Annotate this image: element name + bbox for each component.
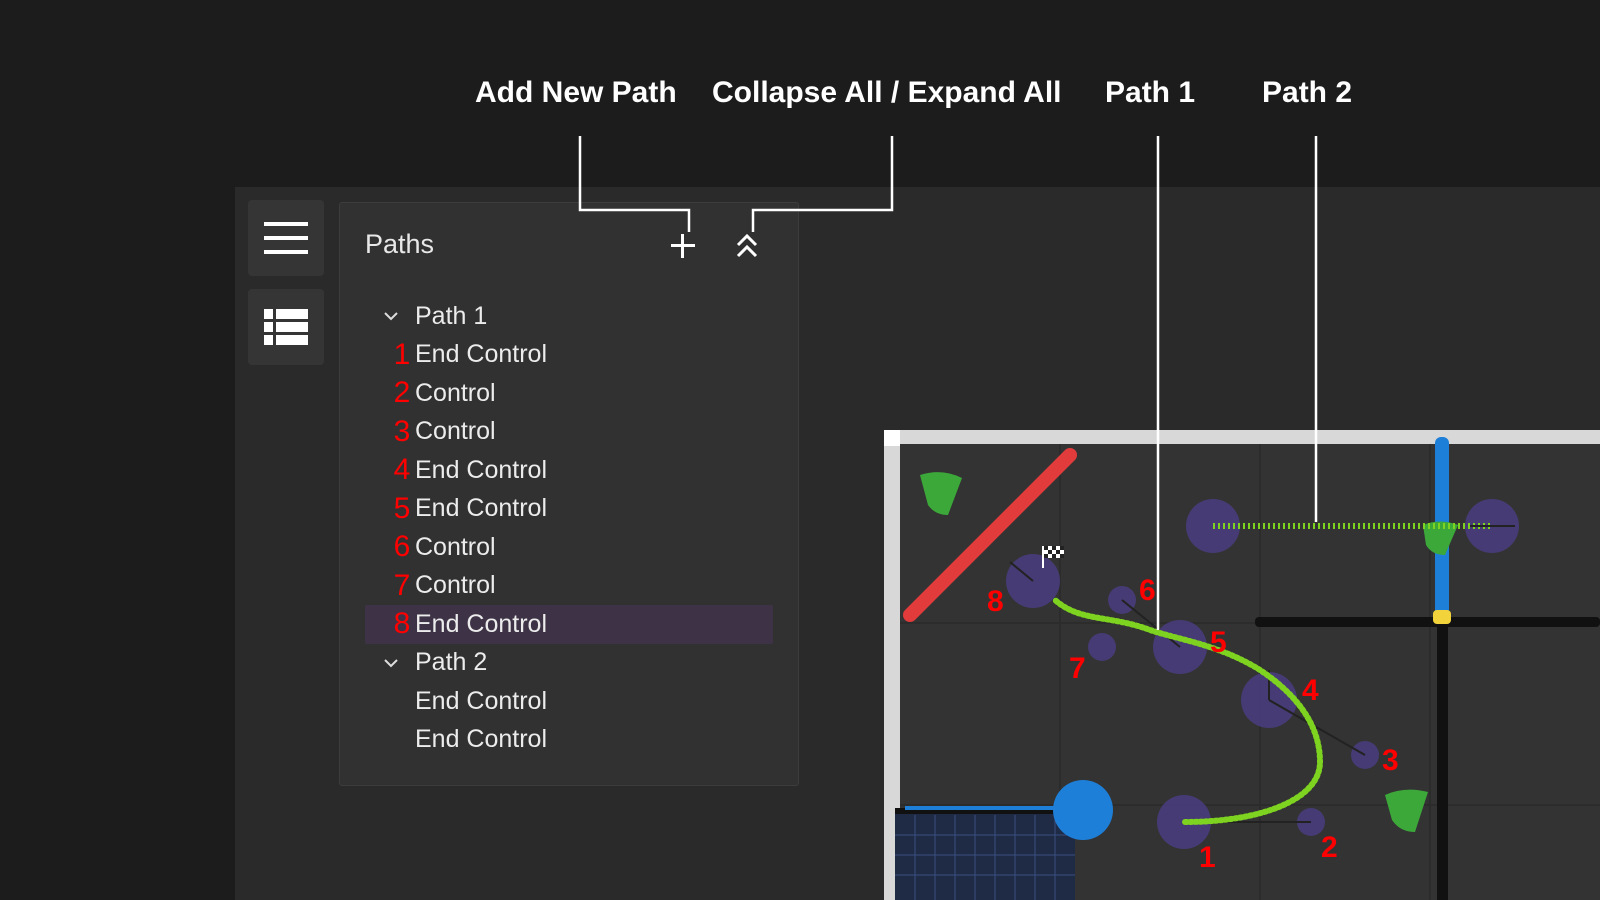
tree-node[interactable]: 4 End Control [365, 451, 773, 490]
callout-add-new-path: Add New Path [475, 76, 677, 109]
paths-panel: Paths Path 1 1 End Control 2 Control 3 C… [339, 202, 799, 786]
callout-path-1: Path 1 [1105, 76, 1196, 109]
list-view-icon [264, 309, 308, 345]
add-new-path-button[interactable] [666, 229, 700, 263]
node-number: 2 [393, 376, 411, 410]
tree-node[interactable]: 6 Control [365, 528, 773, 567]
node-number: 1 [393, 337, 411, 371]
tree-node[interactable]: End Control [365, 721, 773, 760]
tree-node[interactable]: 2 Control [365, 374, 773, 413]
node-label: End Control [415, 455, 548, 484]
tree-path-1[interactable]: Path 1 [365, 297, 773, 336]
node-label: Control [415, 532, 496, 561]
node-label: End Control [415, 609, 548, 638]
callout-collapse-expand: Collapse All / Expand All [712, 76, 1062, 109]
node-number: 4 [393, 453, 411, 487]
list-view-button[interactable] [248, 289, 324, 365]
menu-button[interactable] [248, 200, 324, 276]
node-label: End Control [415, 494, 548, 523]
tree-path-2[interactable]: Path 2 [365, 644, 773, 683]
collapse-expand-all-button[interactable] [730, 229, 764, 263]
tree-node[interactable]: 7 Control [365, 567, 773, 606]
chevron-down-icon[interactable] [383, 308, 399, 324]
tree-node[interactable]: 3 Control [365, 413, 773, 452]
node-number: 6 [393, 530, 411, 564]
paths-tree: Path 1 1 End Control 2 Control 3 Control… [365, 297, 773, 759]
node-label: Control [415, 378, 496, 407]
tree-node[interactable]: 1 End Control [365, 336, 773, 375]
plus-icon [671, 234, 695, 258]
tree-node-selected[interactable]: 8 End Control [365, 605, 773, 644]
chevron-down-icon[interactable] [383, 655, 399, 671]
node-label: End Control [415, 340, 548, 369]
node-label: Control [415, 571, 496, 600]
panel-title: Paths [365, 229, 435, 259]
node-label: Control [415, 417, 496, 446]
node-number: 3 [393, 414, 411, 448]
tree-path-label: Path 2 [415, 648, 488, 677]
node-number: 7 [393, 568, 411, 602]
node-label: End Control [415, 725, 548, 754]
node-label: End Control [415, 686, 548, 715]
node-number: 5 [393, 491, 411, 525]
hamburger-menu-icon [264, 222, 308, 254]
double-chevron-up-icon [736, 233, 758, 258]
tree-node[interactable]: End Control [365, 682, 773, 721]
callout-path-2: Path 2 [1262, 76, 1353, 109]
tree-path-label: Path 1 [415, 301, 488, 330]
node-number: 8 [393, 607, 411, 641]
tree-node[interactable]: 5 End Control [365, 490, 773, 529]
